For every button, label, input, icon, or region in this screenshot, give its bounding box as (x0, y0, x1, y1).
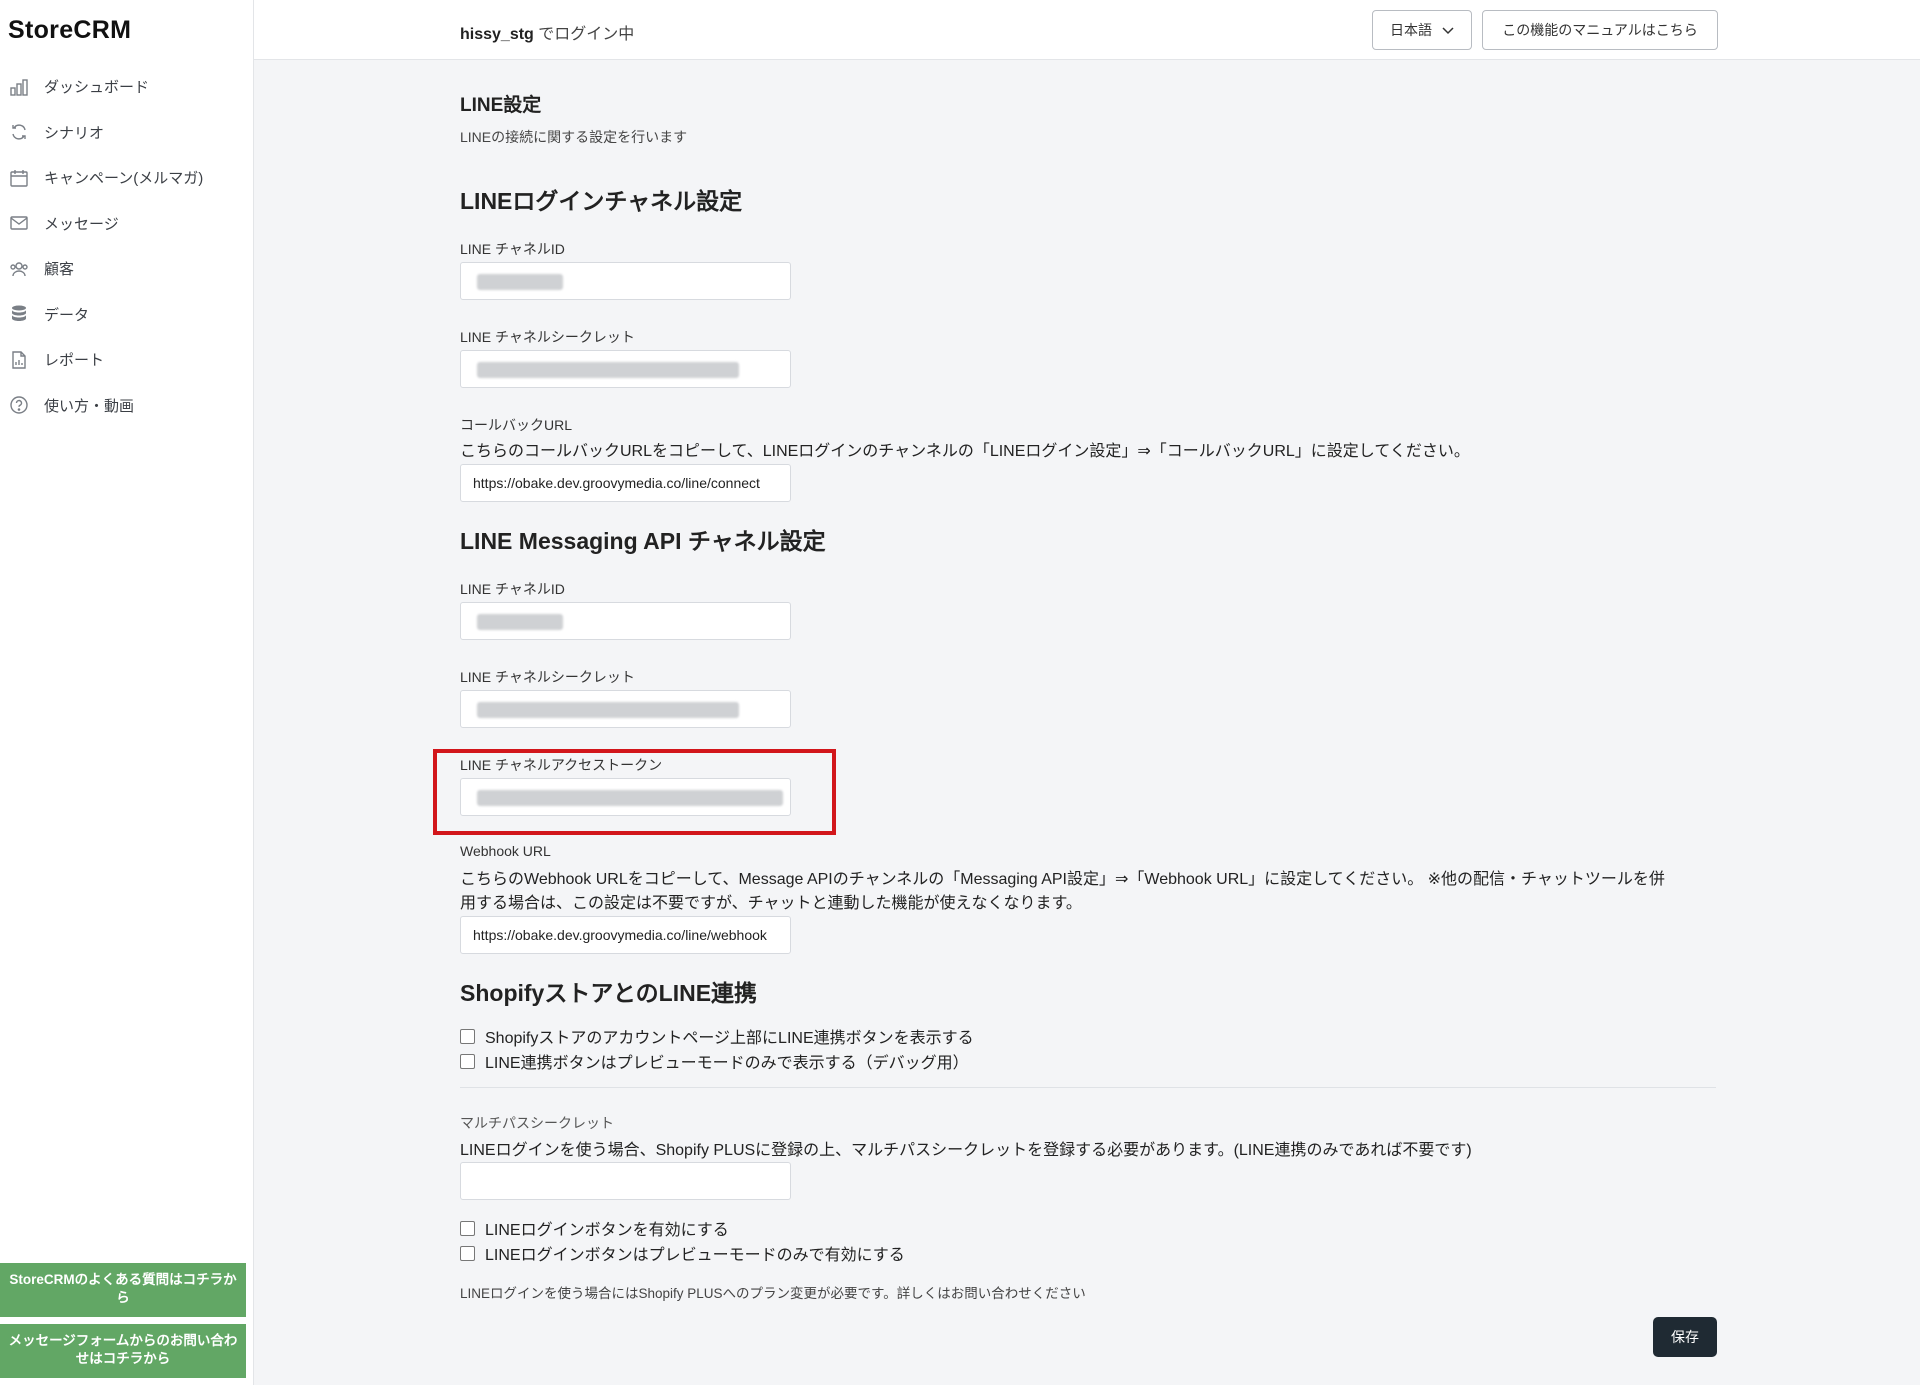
access-token-label: LINE チャネルアクセストークン (460, 757, 663, 773)
checkbox[interactable] (460, 1245, 475, 1261)
sidebar-item-campaign[interactable]: キャンペーン(メルマガ) (0, 155, 254, 201)
redacted-value (477, 362, 739, 378)
messaging-channel-secret-input[interactable] (460, 690, 791, 728)
sidebar-item-label: 使い方・動画 (44, 397, 135, 415)
preview-only-button-option[interactable]: LINE連携ボタンはプレビューモードのみで表示する（デバッグ用） (460, 1049, 969, 1073)
sidebar-item-report[interactable]: レポート (0, 337, 254, 383)
database-icon (8, 303, 30, 325)
webhook-url-label: Webhook URL (460, 843, 551, 859)
page-title: LINE設定 (460, 95, 542, 116)
sidebar: StoreCRM ダッシュボード シナリオ キャンペーン(メルマガ) メッセージ (0, 0, 254, 1385)
language-select[interactable]: 日本語 (1372, 10, 1472, 50)
webhook-description-line-1: こちらのWebhook URLをコピーして、Message APIのチャンネルの… (460, 871, 1665, 888)
sidebar-item-help[interactable]: 使い方・動画 (0, 383, 254, 429)
callback-url-description: こちらのコールバックURLをコピーして、LINEログインのチャンネルの「LINE… (460, 443, 1470, 460)
checkbox[interactable] (460, 1220, 475, 1236)
callback-url-input[interactable]: https://obake.dev.groovymedia.co/line/co… (460, 464, 791, 502)
shopify-plus-note: LINEログインを使う場合にはShopify PLUSへのプラン変更が必要です。… (460, 1286, 1086, 1301)
login-channel-heading: LINEログインチャネル設定 (460, 188, 743, 214)
checkbox[interactable] (460, 1028, 475, 1044)
calendar-icon (8, 167, 30, 189)
multipass-secret-input[interactable] (460, 1162, 791, 1200)
checkbox-label: LINEログインボタンを有効にする (485, 1222, 729, 1239)
checkbox-label: Shopifyストアのアカウントページ上部にLINE連携ボタンを表示する (485, 1030, 974, 1047)
report-icon (8, 349, 30, 371)
users-icon (8, 258, 30, 280)
sidebar-item-message[interactable]: メッセージ (0, 201, 254, 247)
login-suffix: でログイン中 (533, 26, 635, 43)
sidebar-item-data[interactable]: データ (0, 292, 254, 338)
messaging-channel-secret-label: LINE チャネルシークレット (460, 669, 635, 685)
login-status: hissy_stg でログイン中 (460, 20, 634, 44)
topbar: hissy_stg でログイン中 日本語 この機能のマニュアルはこちら (254, 0, 1920, 60)
sidebar-item-label: シナリオ (44, 124, 105, 142)
bar-chart-icon (8, 76, 30, 98)
redacted-value (477, 614, 563, 630)
contact-button[interactable]: メッセージフォームからのお問い合わせはコチラから (0, 1324, 246, 1378)
divider (460, 1087, 1716, 1088)
login-channel-secret-label: LINE チャネルシークレット (460, 329, 635, 345)
login-channel-id-label: LINE チャネルID (460, 241, 565, 257)
checkbox-label: LINEログインボタンはプレビューモードのみで有効にする (485, 1247, 905, 1264)
sidebar-item-label: キャンペーン(メルマガ) (44, 170, 204, 188)
sidebar-item-customers[interactable]: 顧客 (0, 246, 254, 292)
redacted-value (477, 702, 739, 718)
sidebar-item-label: 顧客 (44, 261, 75, 279)
shopify-heading: ShopifyストアとのLINE連携 (460, 980, 758, 1006)
chevron-down-icon (1442, 22, 1454, 38)
sidebar-item-label: レポート (44, 352, 105, 370)
sidebar-item-scenario[interactable]: シナリオ (0, 110, 254, 156)
language-value: 日本語 (1390, 22, 1432, 38)
callback-url-label: コールバックURL (460, 417, 573, 433)
manual-button[interactable]: この機能のマニュアルはこちら (1482, 10, 1718, 50)
redacted-value (477, 274, 563, 290)
help-icon (8, 394, 30, 416)
checkbox[interactable] (460, 1053, 475, 1069)
refresh-icon (8, 121, 30, 143)
sidebar-nav: ダッシュボード シナリオ キャンペーン(メルマガ) メッセージ 顧客 データ レ… (0, 64, 254, 428)
enable-login-button-option[interactable]: LINEログインボタンを有効にする (460, 1216, 729, 1240)
mail-icon (8, 212, 30, 234)
access-token-input[interactable] (460, 778, 791, 816)
login-channel-secret-input[interactable] (460, 350, 791, 388)
faq-button[interactable]: StoreCRMのよくある質問はコチラから (0, 1263, 246, 1317)
multipass-description: LINEログインを使う場合、Shopify PLUSに登録の上、マルチパスシーク… (460, 1142, 1472, 1159)
login-channel-id-input[interactable] (460, 262, 791, 300)
redacted-value (477, 790, 783, 806)
messaging-channel-id-input[interactable] (460, 602, 791, 640)
messaging-channel-id-label: LINE チャネルID (460, 581, 565, 597)
messaging-channel-heading: LINE Messaging API チャネル設定 (460, 528, 826, 554)
save-button[interactable]: 保存 (1653, 1317, 1717, 1357)
preview-only-login-option[interactable]: LINEログインボタンはプレビューモードのみで有効にする (460, 1241, 905, 1265)
checkbox-label: LINE連携ボタンはプレビューモードのみで表示する（デバッグ用） (485, 1055, 969, 1072)
webhook-description-line-2: 用する場合は、この設定は不要ですが、チャットと連動した機能が使えなくなります。 (460, 895, 1082, 912)
page-subtitle: LINEの接続に関する設定を行います (460, 129, 688, 145)
multipass-label: マルチパスシークレット (460, 1115, 614, 1131)
sidebar-item-label: データ (44, 306, 90, 324)
webhook-url-input[interactable]: https://obake.dev.groovymedia.co/line/we… (460, 916, 791, 954)
show-line-button-option[interactable]: Shopifyストアのアカウントページ上部にLINE連携ボタンを表示する (460, 1024, 974, 1048)
sidebar-item-label: メッセージ (44, 215, 119, 233)
app-logo[interactable]: StoreCRM (8, 16, 131, 45)
sidebar-item-label: ダッシュボード (44, 79, 150, 97)
sidebar-item-dashboard[interactable]: ダッシュボード (0, 64, 254, 110)
username: hissy_stg (460, 26, 534, 43)
